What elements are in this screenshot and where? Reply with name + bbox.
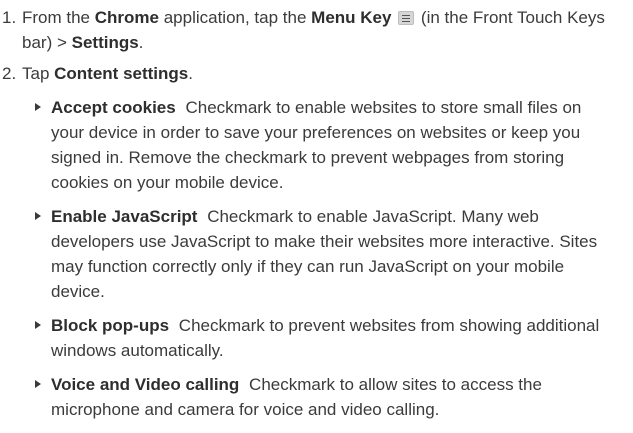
bullet-arrow-icon <box>35 321 41 329</box>
step-1: 1. From the Chrome application, tap the … <box>0 5 633 55</box>
step-text: . <box>138 33 144 52</box>
step-2: 2. Tap Content settings. <box>0 61 633 86</box>
option-title: Voice and Video calling <box>51 375 240 394</box>
menu-icon <box>398 11 415 25</box>
manual-page: 1. From the Chrome application, tap the … <box>0 0 633 433</box>
option-title: Enable JavaScript <box>51 207 198 226</box>
option-title: Accept cookies <box>51 98 176 117</box>
step-number: 1. <box>2 8 17 27</box>
chrome-app-name: Chrome <box>94 8 159 27</box>
settings-label: Settings <box>71 33 139 52</box>
step-text: From the <box>22 8 95 27</box>
step-text: . <box>188 64 193 83</box>
bullet-arrow-icon <box>35 380 41 388</box>
bullet-arrow-icon <box>35 103 41 111</box>
content-settings-label: Content settings <box>54 64 189 83</box>
list-item-accept-cookies: Accept cookies Checkmark to enable websi… <box>0 95 633 195</box>
list-item-block-popups: Block pop-ups Checkmark to prevent websi… <box>0 313 633 363</box>
settings-list: Accept cookies Checkmark to enable websi… <box>0 95 633 422</box>
list-item-enable-javascript: Enable JavaScript Checkmark to enable Ja… <box>0 204 633 304</box>
list-item-voice-video-calling: Voice and Video calling Checkmark to all… <box>0 372 633 422</box>
step-number: 2. <box>2 64 17 83</box>
step-text: Tap <box>22 64 55 83</box>
option-title: Block pop-ups <box>51 316 170 335</box>
menu-key-label: Menu Key <box>311 8 392 27</box>
bullet-arrow-icon <box>35 212 41 220</box>
step-text: application, tap the <box>158 8 312 27</box>
